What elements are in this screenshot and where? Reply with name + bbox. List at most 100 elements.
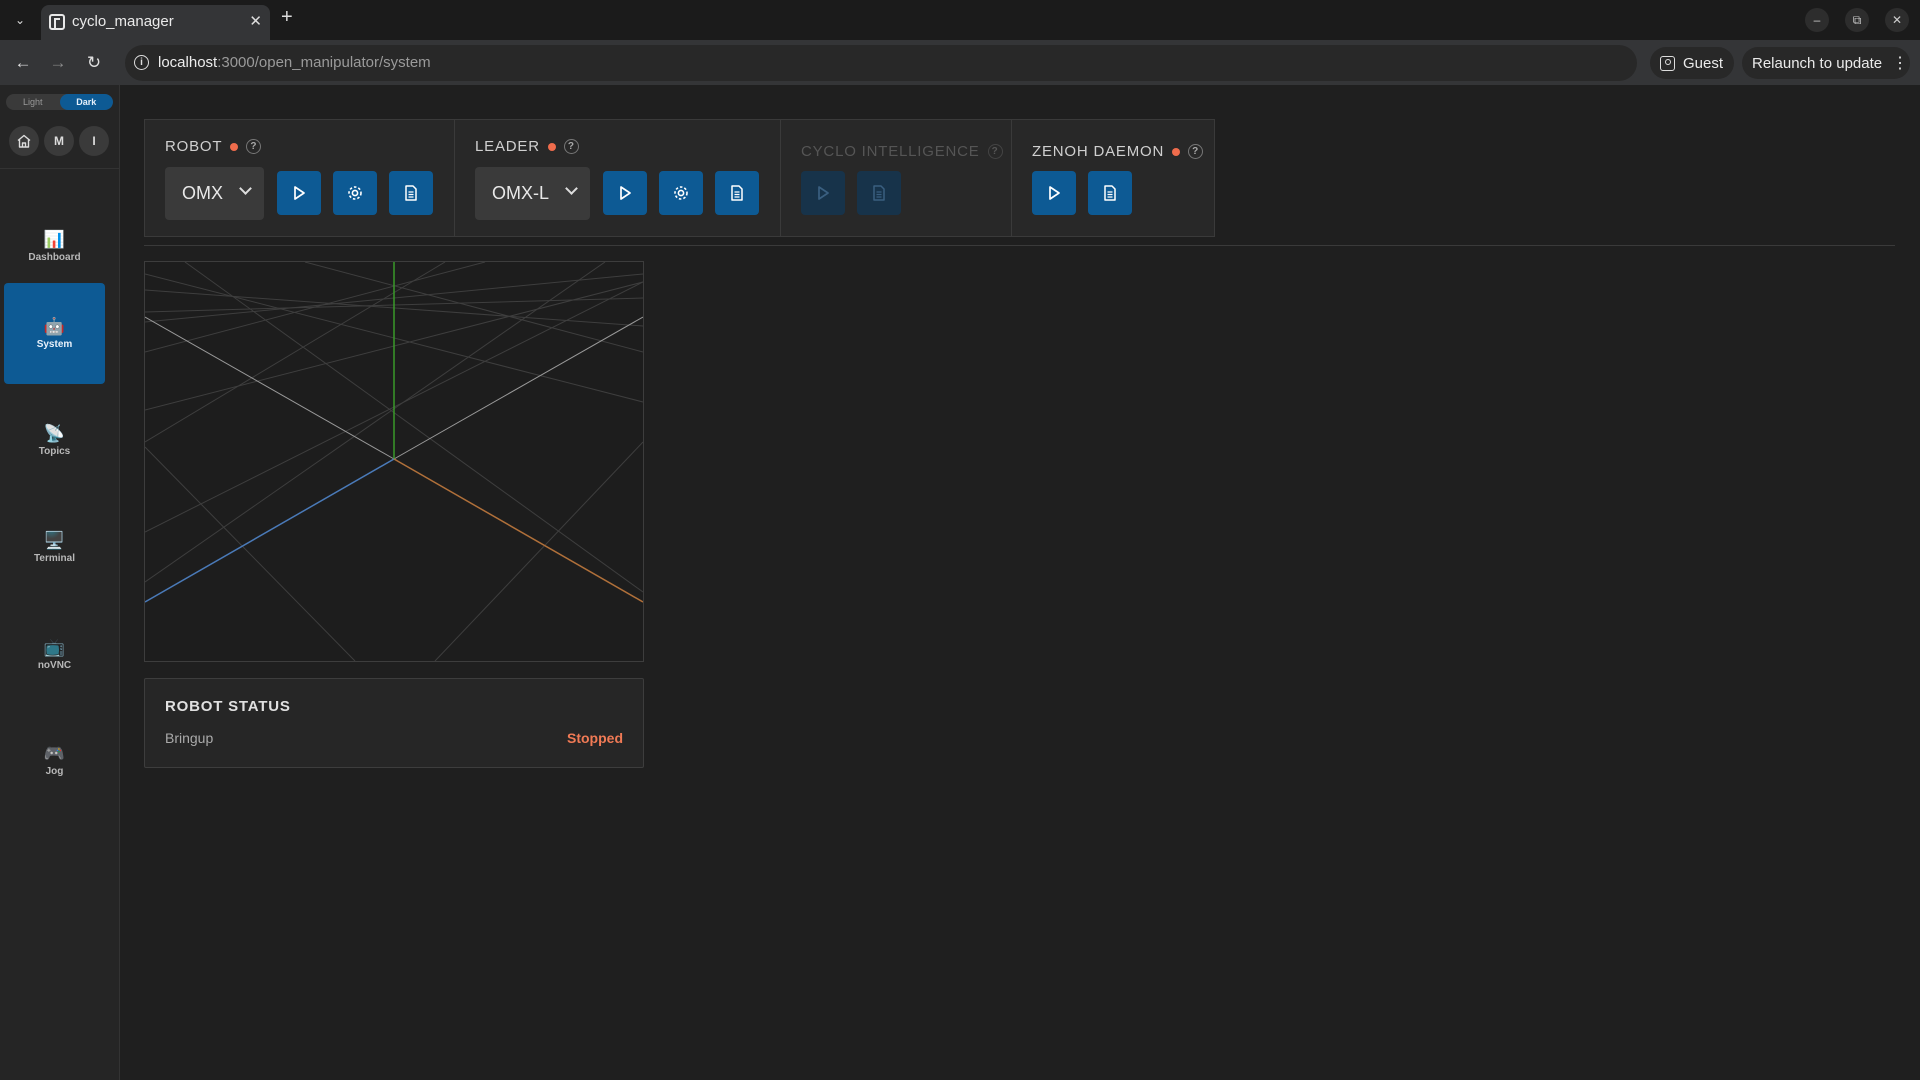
- play-icon: [620, 186, 631, 200]
- profile-label: Guest: [1683, 54, 1724, 72]
- address-bar[interactable]: i localhost:3000/open_manipulator/system: [125, 45, 1637, 81]
- zenoh-section-title: ZENOH DAEMON ?: [1032, 143, 1204, 160]
- leader-logs-button[interactable]: [715, 171, 759, 215]
- play-icon: [294, 186, 305, 200]
- chevron-down-icon: [565, 182, 578, 195]
- robot-model-value: OMX: [182, 183, 224, 203]
- browser-tab-strip: ⌄ cyclo_manager ✕ + – ⧉ ✕: [0, 0, 1920, 40]
- robot-logs-button[interactable]: [389, 171, 433, 215]
- tab-title: cyclo_manager: [72, 13, 174, 30]
- cyclo-start-button[interactable]: [801, 171, 845, 215]
- app-favicon-icon: [49, 14, 65, 30]
- profile-guest-button[interactable]: Guest: [1650, 47, 1734, 79]
- play-icon: [1049, 186, 1060, 200]
- gear-icon: [348, 186, 362, 200]
- restore-window-icon[interactable]: ⧉: [1845, 8, 1869, 32]
- document-icon: [731, 185, 743, 201]
- robot-3d-viewport[interactable]: [144, 261, 644, 662]
- leader-title-text: LEADER: [475, 138, 540, 155]
- home-button[interactable]: [9, 126, 39, 156]
- play-icon: [818, 186, 829, 200]
- leader-status-dot: [547, 142, 556, 151]
- sidebar-divider: [0, 168, 119, 169]
- sidebar-item-topics[interactable]: 📡 Topics: [4, 390, 105, 491]
- url-text: localhost:3000/open_manipulator/system: [158, 54, 431, 71]
- satellite-antenna-icon: 📡: [43, 423, 66, 443]
- sidebar-item-label: System: [36, 338, 73, 350]
- i-button[interactable]: I: [79, 126, 109, 156]
- browser-toolbar: ← → ↻ i localhost:3000/open_manipulator/…: [0, 40, 1920, 85]
- leader-model-value: OMX-L: [492, 183, 550, 203]
- chevron-down-icon: [239, 182, 252, 195]
- robot-icon: 🤖: [43, 316, 66, 336]
- sidebar-item-label: Topics: [38, 445, 71, 457]
- leader-model-select[interactable]: OMX-L: [475, 167, 590, 220]
- sidebar-item-novnc[interactable]: 📺 noVNC: [4, 604, 105, 705]
- z-axis-line: [145, 458, 395, 603]
- process-control-panel: ROBOT ? OMX LEADER ? OMX-L CYCLO INTELLI…: [144, 119, 1215, 237]
- cyclo-section-title: CYCLO INTELLIGENCE ?: [801, 143, 1003, 160]
- robot-status-title: ROBOT STATUS: [165, 698, 291, 715]
- x-axis-line: [393, 458, 643, 603]
- sidebar-item-label: Dashboard: [28, 251, 81, 263]
- cyclo-help-icon[interactable]: ?: [987, 144, 1003, 159]
- sidebar-item-label: Jog: [45, 765, 64, 777]
- m-button[interactable]: M: [44, 126, 74, 156]
- robot-model-select[interactable]: OMX: [165, 167, 264, 220]
- robot-status-dot: [230, 142, 239, 151]
- theme-toggle[interactable]: Light Dark: [6, 94, 113, 110]
- profile-icon: [1660, 55, 1675, 71]
- document-icon: [405, 185, 417, 201]
- leader-start-button[interactable]: [603, 171, 647, 215]
- robot-section-title: ROBOT ?: [165, 138, 262, 155]
- document-icon: [873, 185, 885, 201]
- robot-status-card: ROBOT STATUS Bringup Stopped: [144, 678, 644, 768]
- robot-title-text: ROBOT: [165, 138, 223, 155]
- sidebar-item-system[interactable]: 🤖 System: [4, 283, 105, 384]
- zenoh-daemon-section: ZENOH DAEMON ?: [1012, 120, 1214, 236]
- leader-section-title: LEADER ?: [475, 138, 579, 155]
- robot-help-icon[interactable]: ?: [246, 139, 262, 154]
- robot-settings-button[interactable]: [333, 171, 377, 215]
- leader-section: LEADER ? OMX-L: [455, 120, 781, 236]
- leader-help-icon[interactable]: ?: [563, 139, 579, 154]
- zenoh-logs-button[interactable]: [1088, 171, 1132, 215]
- document-icon: [1104, 185, 1116, 201]
- back-arrow-icon[interactable]: ←: [11, 51, 35, 75]
- forward-arrow-icon[interactable]: →: [46, 51, 70, 75]
- browser-tab[interactable]: cyclo_manager ✕: [41, 5, 270, 40]
- kebab-menu-icon: ⋮: [1892, 55, 1909, 72]
- sidebar-item-label: noVNC: [37, 659, 72, 671]
- robot-section: ROBOT ? OMX: [145, 120, 455, 236]
- 3d-grid-scene: [145, 262, 643, 661]
- tab-search-chevron-icon[interactable]: ⌄: [7, 7, 33, 33]
- sidebar-item-jog[interactable]: 🎮 Jog: [4, 710, 105, 811]
- close-window-icon[interactable]: ✕: [1885, 8, 1909, 32]
- sidebar-item-label: Terminal: [34, 552, 75, 564]
- gamepad-icon: 🎮: [43, 743, 66, 763]
- zenoh-start-button[interactable]: [1032, 171, 1076, 215]
- bringup-status-value: Stopped: [567, 730, 623, 746]
- leader-settings-button[interactable]: [659, 171, 703, 215]
- tv-icon: 📺: [43, 637, 66, 657]
- sidebar-item-dashboard[interactable]: 📊 Dashboard: [4, 196, 105, 297]
- theme-dark-option[interactable]: Dark: [59, 94, 113, 110]
- app-sidebar: Light Dark M I 📊 Dashboard 🤖 System 📡 To…: [0, 85, 120, 1080]
- site-info-icon[interactable]: i: [134, 55, 149, 70]
- zenoh-help-icon[interactable]: ?: [1188, 144, 1204, 159]
- minimize-window-icon[interactable]: –: [1805, 8, 1829, 32]
- home-icon: [17, 134, 31, 148]
- cyclo-logs-button[interactable]: [857, 171, 901, 215]
- zenoh-title-text: ZENOH DAEMON: [1032, 143, 1165, 160]
- relaunch-label: Relaunch to update: [1752, 54, 1883, 72]
- new-tab-plus-icon[interactable]: +: [281, 6, 293, 29]
- close-tab-icon[interactable]: ✕: [249, 12, 262, 30]
- sidebar-item-terminal[interactable]: 🖥️ Terminal: [4, 497, 105, 598]
- bringup-label: Bringup: [165, 730, 214, 746]
- relaunch-to-update-button[interactable]: Relaunch to update ⋮: [1742, 47, 1910, 79]
- theme-light-option[interactable]: Light: [6, 94, 60, 110]
- reload-icon[interactable]: ↻: [82, 51, 106, 75]
- bar-chart-icon: 📊: [43, 229, 66, 249]
- robot-start-button[interactable]: [277, 171, 321, 215]
- cyclo-title-text: CYCLO INTELLIGENCE: [801, 143, 980, 160]
